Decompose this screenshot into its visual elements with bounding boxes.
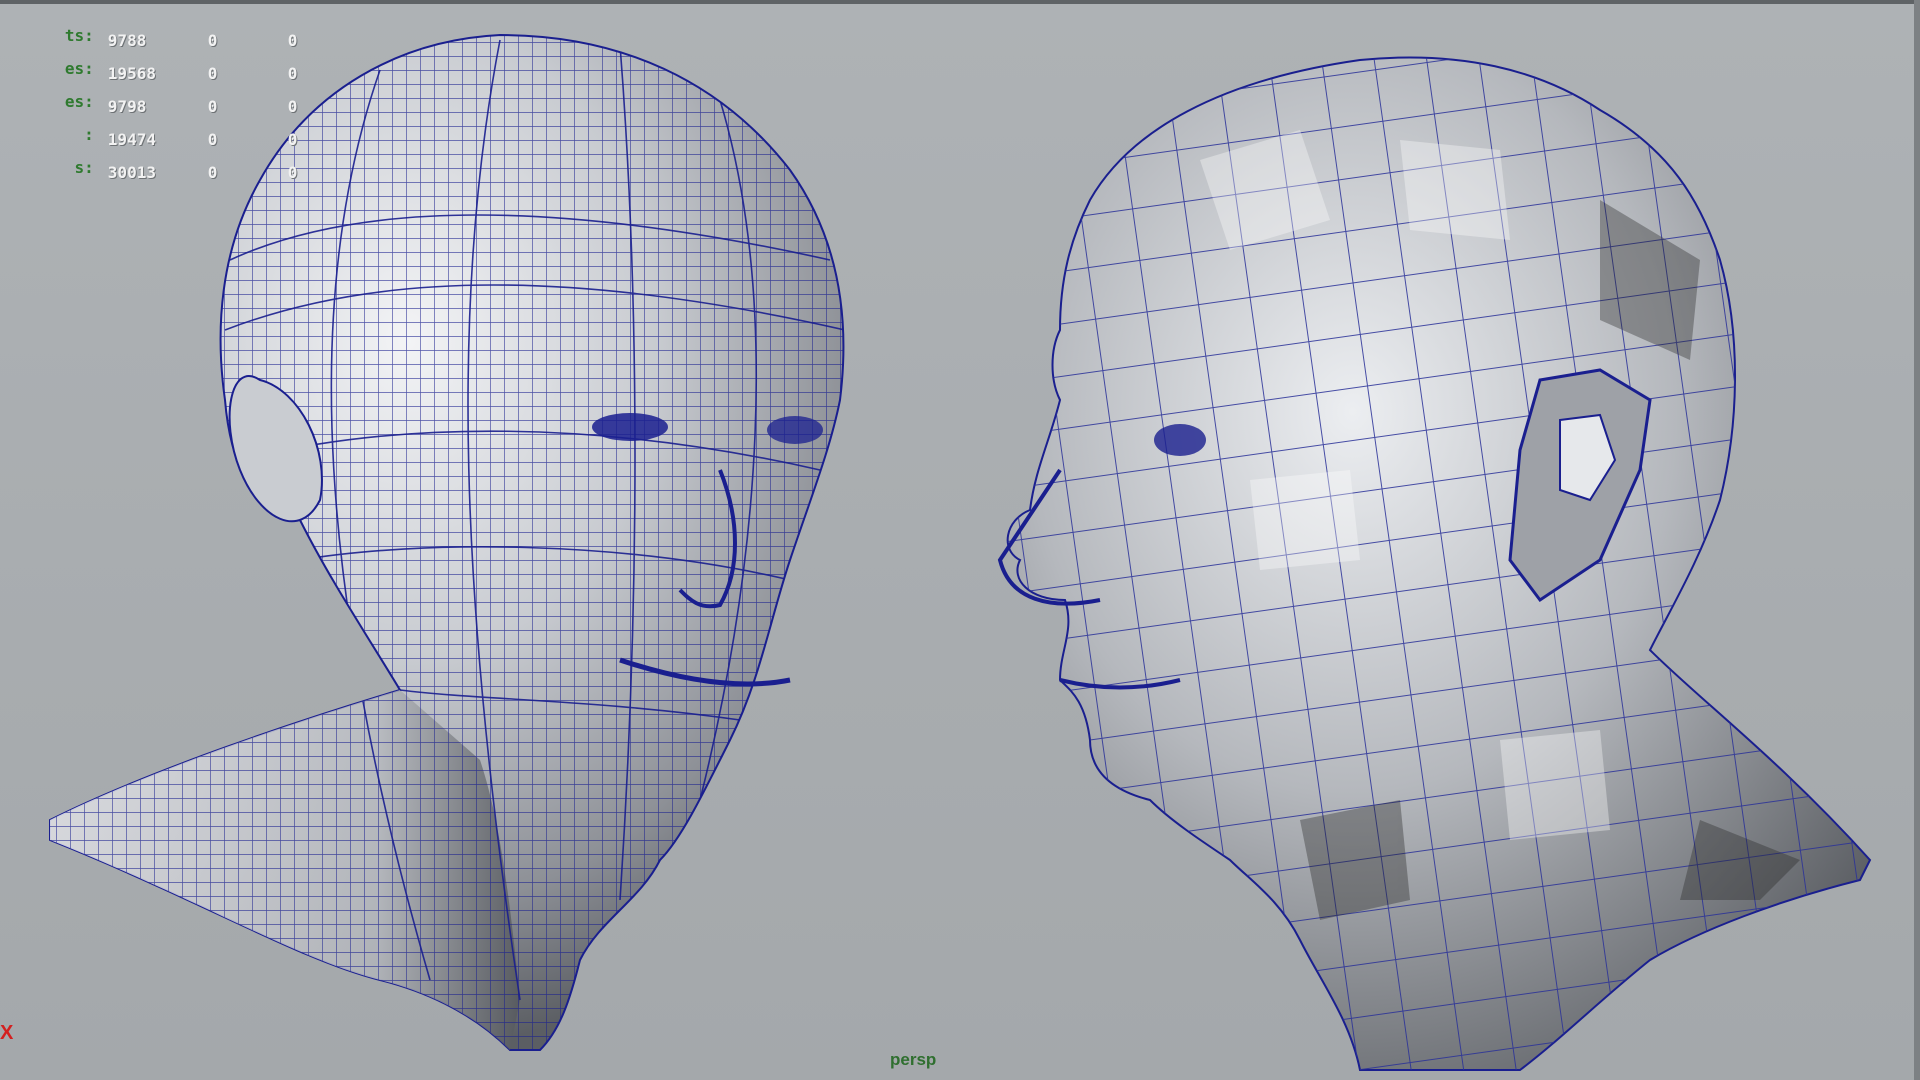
3d-viewport[interactable]: ts: 9788 0 0 es: 19568 0 0 es: 9798 0 0 :19474 0 0 … xyxy=(0,0,1920,1080)
hud-uv: 0 xyxy=(287,163,298,182)
poly-count-hud: ts: 9788 0 0 es: 19568 0 0 es: 9798 0 0 :19474 0 0 … xyxy=(0,6,328,182)
hud-label: es: xyxy=(64,92,94,111)
hud-label: ts: xyxy=(64,26,94,45)
axis-x-label: X xyxy=(0,1022,14,1044)
hud-label: es: xyxy=(64,59,94,78)
hud-selected: 0 xyxy=(207,97,218,116)
hud-uv: 0 xyxy=(287,130,298,149)
hud-selected: 0 xyxy=(207,64,218,83)
hud-value: 19568 xyxy=(107,64,156,83)
hud-value: 9788 xyxy=(107,31,147,50)
hud-uv: 0 xyxy=(287,31,298,50)
left-eye-region xyxy=(592,413,668,441)
low-poly-head[interactable] xyxy=(980,0,1920,1080)
hud-selected: 0 xyxy=(207,31,218,50)
hud-uv: 0 xyxy=(287,64,298,83)
hud-label: : xyxy=(84,125,94,144)
hud-selected: 0 xyxy=(207,163,218,182)
hud-value: 9798 xyxy=(107,97,147,116)
hud-label: s: xyxy=(74,158,94,177)
low-poly-eye xyxy=(1154,424,1206,456)
hud-value: 19474 xyxy=(107,130,156,149)
hud-row: ts: 9788 0 0 xyxy=(0,6,328,50)
camera-name-label: persp xyxy=(890,1050,937,1069)
hud-selected: 0 xyxy=(207,130,218,149)
right-eye-region xyxy=(767,416,823,444)
hud-value: 30013 xyxy=(107,163,156,182)
hud-uv: 0 xyxy=(287,97,298,116)
